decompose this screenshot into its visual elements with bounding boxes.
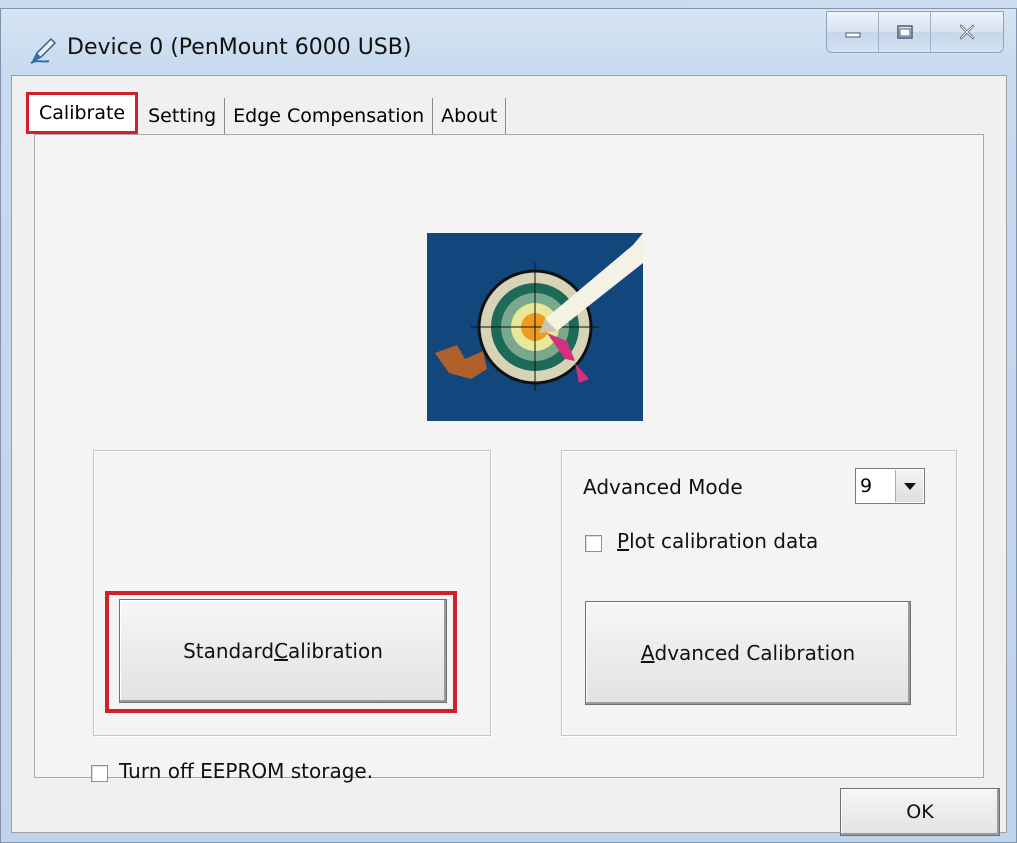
eeprom-checkbox[interactable] xyxy=(91,765,108,782)
advanced-calibration-label-rest: dvanced Calibration xyxy=(654,641,856,665)
advanced-calibration-accel: A xyxy=(640,641,655,665)
window-title: Device 0 (PenMount 6000 USB) xyxy=(67,35,412,60)
standard-calibration-highlight xyxy=(105,591,457,713)
tab-calibrate[interactable]: Calibrate xyxy=(26,92,139,134)
close-button[interactable] xyxy=(931,12,1003,52)
ok-button[interactable]: OK xyxy=(840,788,1000,836)
pen-icon xyxy=(30,37,57,64)
eeprom-label: Turn off EEPROM storage. xyxy=(119,759,374,783)
tab-about[interactable]: About xyxy=(433,98,507,134)
tab-setting[interactable]: Setting xyxy=(140,98,226,134)
device-dialog-window: Device 0 (PenMount 6000 USB) Calibrate S… xyxy=(0,8,1017,843)
maximize-button[interactable] xyxy=(879,12,931,52)
plot-calibration-accel: P xyxy=(617,529,630,553)
caption-buttons xyxy=(826,11,1004,53)
maximize-icon xyxy=(896,25,913,39)
close-icon xyxy=(959,24,975,40)
tab-edge-compensation[interactable]: Edge Compensation xyxy=(225,98,434,134)
tab-strip: Calibrate Setting Edge Compensation Abou… xyxy=(26,92,507,134)
minimize-icon xyxy=(845,32,860,38)
advanced-mode-label: Advanced Mode xyxy=(583,475,743,499)
dialog-client-area: Calibrate Setting Edge Compensation Abou… xyxy=(11,75,1007,836)
advanced-mode-value: 9 xyxy=(860,475,873,497)
dropdown-arrow-button[interactable] xyxy=(895,470,923,502)
minimize-button[interactable] xyxy=(827,12,879,52)
advanced-calibration-button[interactable]: Advanced Calibration xyxy=(585,601,911,705)
title-bar[interactable]: Device 0 (PenMount 6000 USB) xyxy=(1,9,1016,75)
chevron-down-icon xyxy=(903,483,916,490)
calibration-target-icon xyxy=(427,233,643,421)
advanced-mode-select[interactable]: 9 xyxy=(855,468,925,504)
plot-calibration-label-rest: lot calibration data xyxy=(629,529,819,553)
plot-calibration-label: Plot calibration data xyxy=(617,529,818,553)
calibrate-tab-panel: Standard Calibration Advanced Mode 9 Plo… xyxy=(34,134,984,783)
plot-calibration-checkbox[interactable] xyxy=(585,535,602,552)
